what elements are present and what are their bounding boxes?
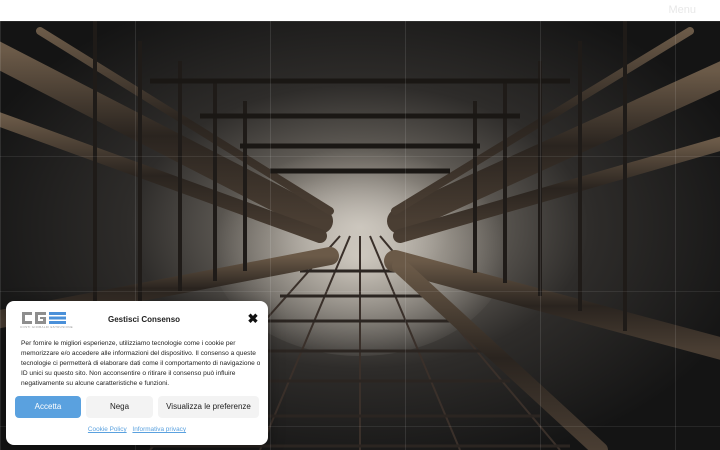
logo-tagline: COSTI GIRIBALDI ESTRUSIONE — [20, 325, 73, 329]
deny-button[interactable]: Nega — [86, 396, 153, 418]
company-logo — [22, 312, 66, 324]
menu-label[interactable]: Menu — [668, 4, 696, 16]
close-icon[interactable]: ✖ — [246, 312, 260, 326]
consent-description: Per fornire le migliori esperienze, util… — [21, 340, 261, 387]
accept-button[interactable]: Accetta — [15, 396, 81, 418]
top-bar: Menu — [0, 0, 720, 21]
view-preferences-button[interactable]: Visualizza le preferenze — [158, 396, 259, 418]
policy-links: Cookie Policy Informativa privacy — [6, 426, 268, 433]
cookie-consent-dialog: COSTI GIRIBALDI ESTRUSIONE Gestisci Cons… — [6, 301, 268, 445]
privacy-policy-link[interactable]: Informativa privacy — [132, 426, 186, 433]
cookie-policy-link[interactable]: Cookie Policy — [88, 426, 127, 433]
consent-title: Gestisci Consenso — [108, 315, 181, 324]
